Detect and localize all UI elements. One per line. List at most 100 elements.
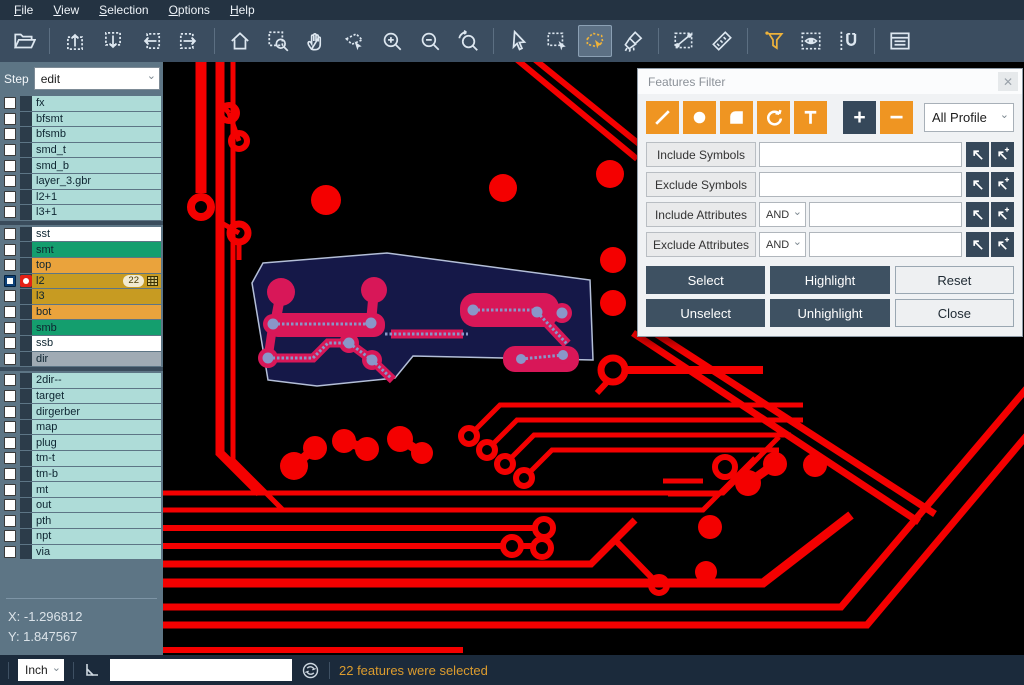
add-pick-from-screen-button[interactable] <box>991 142 1014 167</box>
filter-pads-button[interactable] <box>683 101 716 134</box>
layer-item-ssb[interactable]: ssb <box>32 336 161 351</box>
select-rectangle-button[interactable] <box>540 25 574 57</box>
layer-item-2dir--[interactable]: 2dir-- <box>32 373 161 388</box>
reset-button[interactable]: Reset <box>895 266 1014 294</box>
layer-item-layer_3.gbr[interactable]: layer_3.gbr <box>32 174 161 189</box>
layer-item-bfsmb[interactable]: bfsmb <box>32 127 161 142</box>
pick-from-screen-button[interactable] <box>966 142 989 167</box>
pick-from-screen-button[interactable] <box>966 172 989 197</box>
layer-visibility-checkbox[interactable] <box>4 337 16 349</box>
menu-help[interactable]: Help <box>220 1 265 20</box>
profile-select[interactable]: All Profile ⌄ <box>924 103 1014 132</box>
menu-view[interactable]: View <box>43 1 89 20</box>
layer-item-via[interactable]: via <box>32 545 161 560</box>
layer-visibility-checkbox[interactable] <box>4 546 16 558</box>
snap-mode-button[interactable] <box>832 25 866 57</box>
highlight-button[interactable]: Highlight <box>770 266 889 294</box>
layer-item-out[interactable]: out <box>32 498 161 513</box>
add-pick-from-screen-button[interactable] <box>991 172 1014 197</box>
layer-item-fx[interactable]: fx <box>32 96 161 111</box>
dialog-title-bar[interactable]: Features Filter ✕ <box>638 69 1022 94</box>
layer-visibility-checkbox[interactable] <box>4 144 16 156</box>
clear-highlight-brush-button[interactable] <box>616 25 650 57</box>
layer-visibility-checkbox[interactable] <box>4 275 16 287</box>
layer-visibility-checkbox[interactable] <box>4 228 16 240</box>
close-button[interactable]: Close <box>895 299 1014 327</box>
layer-item-smb[interactable]: smb <box>32 320 161 335</box>
layer-visibility-checkbox[interactable] <box>4 113 16 125</box>
exclude-symbols-button[interactable]: Exclude Symbols <box>646 172 756 197</box>
select-arrow-button[interactable] <box>502 25 536 57</box>
zoom-home-button[interactable] <box>223 25 257 57</box>
filter-surfaces-button[interactable] <box>720 101 753 134</box>
zoom-in-button[interactable] <box>375 25 409 57</box>
exclude-attributes-input[interactable] <box>809 232 962 257</box>
layer-visibility-checkbox[interactable] <box>4 290 16 302</box>
layer-item-l2[interactable]: l222 <box>32 274 161 289</box>
menu-selection[interactable]: Selection <box>89 1 158 20</box>
include-attributes-button[interactable]: Include Attributes <box>646 202 756 227</box>
units-select[interactable]: Inch ⌄ <box>18 659 64 681</box>
unselect-button[interactable]: Unselect <box>646 299 765 327</box>
layer-visibility-checkbox[interactable] <box>4 484 16 496</box>
layer-item-pth[interactable]: pth <box>32 513 161 528</box>
refresh-icon[interactable] <box>301 661 320 680</box>
open-file-button[interactable] <box>7 25 41 57</box>
menu-options[interactable]: Options <box>159 1 220 20</box>
select-button[interactable]: Select <box>646 266 765 294</box>
layer-item-smd_b[interactable]: smd_b <box>32 158 161 173</box>
filter-arcs-button[interactable] <box>757 101 790 134</box>
layer-visibility-checkbox[interactable] <box>4 437 16 449</box>
pick-from-screen-button[interactable] <box>966 232 989 257</box>
active-layer-indicator[interactable] <box>20 275 32 287</box>
include-attributes-input[interactable] <box>809 202 962 227</box>
layer-visibility-checkbox[interactable] <box>4 175 16 187</box>
step-select[interactable]: edit ⌄ <box>34 67 160 90</box>
layer-visibility-checkbox[interactable] <box>4 421 16 433</box>
layer-visibility-checkbox[interactable] <box>4 191 16 203</box>
layer-visibility-checkbox[interactable] <box>4 128 16 140</box>
polarity-negative-button[interactable]: − <box>880 101 913 134</box>
layer-visibility-checkbox[interactable] <box>4 374 16 386</box>
layer-item-tm-t[interactable]: tm-t <box>32 451 161 466</box>
layer-item-sst[interactable]: sst <box>32 227 161 242</box>
zoom-object-button[interactable] <box>337 25 371 57</box>
filter-text-button[interactable] <box>794 101 827 134</box>
zoom-out-button[interactable] <box>413 25 447 57</box>
select-polygon-button[interactable] <box>578 25 612 57</box>
operator-select[interactable]: AND⌄ <box>759 202 806 227</box>
layer-grid-icon[interactable] <box>147 276 158 286</box>
layer-visibility-checkbox[interactable] <box>4 452 16 464</box>
layer-item-tm-b[interactable]: tm-b <box>32 467 161 482</box>
layer-item-top[interactable]: top <box>32 258 161 273</box>
layer-visibility-checkbox[interactable] <box>4 530 16 542</box>
pan-up-button[interactable] <box>58 25 92 57</box>
layer-visibility-checkbox[interactable] <box>4 353 16 365</box>
measure-distance-button[interactable] <box>667 25 701 57</box>
command-input[interactable] <box>110 659 292 681</box>
layer-item-smd_t[interactable]: smd_t <box>32 143 161 158</box>
layer-visibility-checkbox[interactable] <box>4 406 16 418</box>
layer-item-bot[interactable]: bot <box>32 305 161 320</box>
layer-item-l2+1[interactable]: l2+1 <box>32 190 161 205</box>
unhighlight-button[interactable]: Unhighlight <box>770 299 889 327</box>
pan-down-button[interactable] <box>96 25 130 57</box>
view-features-button[interactable] <box>794 25 828 57</box>
add-pick-from-screen-button[interactable] <box>991 202 1014 227</box>
layer-visibility-checkbox[interactable] <box>4 515 16 527</box>
layer-item-target[interactable]: target <box>32 389 161 404</box>
layer-visibility-checkbox[interactable] <box>4 160 16 172</box>
close-icon[interactable]: ✕ <box>998 72 1018 91</box>
include-symbols-button[interactable]: Include Symbols <box>646 142 756 167</box>
measure-ruler-button[interactable] <box>705 25 739 57</box>
pan-hand-button[interactable] <box>299 25 333 57</box>
layer-visibility-checkbox[interactable] <box>4 244 16 256</box>
layer-visibility-checkbox[interactable] <box>4 97 16 109</box>
add-pick-from-screen-button[interactable] <box>991 232 1014 257</box>
layer-item-mt[interactable]: mt <box>32 482 161 497</box>
exclude-symbols-input[interactable] <box>759 172 962 197</box>
layer-item-l3+1[interactable]: l3+1 <box>32 205 161 220</box>
zoom-area-button[interactable] <box>261 25 295 57</box>
layer-item-bfsmt[interactable]: bfsmt <box>32 112 161 127</box>
operator-select[interactable]: AND⌄ <box>759 232 806 257</box>
